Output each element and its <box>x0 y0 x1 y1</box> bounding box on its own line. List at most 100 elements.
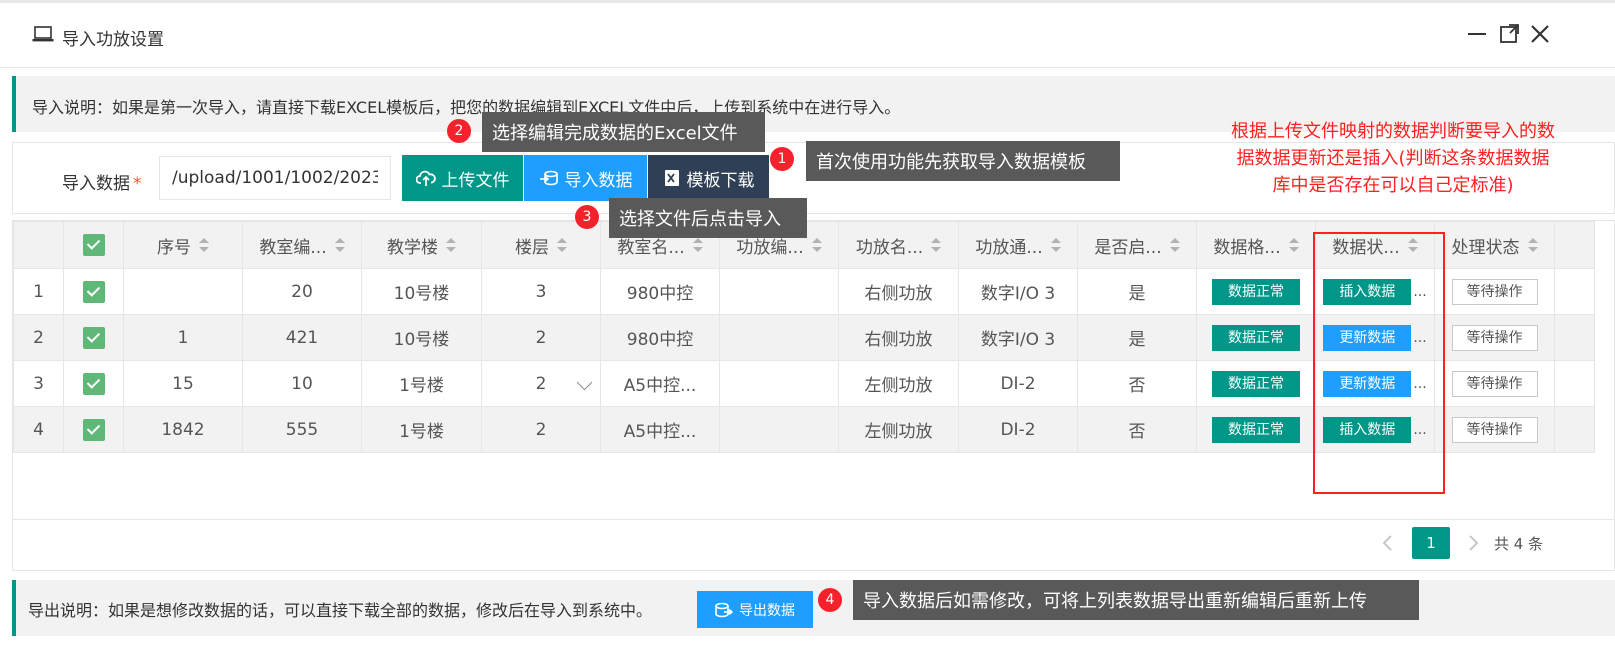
cell-floor: 2 <box>481 406 601 453</box>
import-data-label-text: 导入数据 <box>62 174 130 194</box>
export-notice-text: 导出说明：如果是想修改数据的话，可以直接下载全部的数据，修改后在导入到系统中。 <box>28 601 653 620</box>
status-tag: 插入数据 <box>1323 278 1412 305</box>
header-index <box>13 221 64 269</box>
tooltip-step-3-text: 选择文件后点击导入 <box>619 209 781 230</box>
ellipsis: ... <box>1413 421 1427 438</box>
format-tag: 数据正常 <box>1212 416 1300 443</box>
cell-format: 数据正常 <box>1196 314 1316 361</box>
close-icon[interactable] <box>1527 21 1553 47</box>
sort-icon[interactable] <box>931 238 942 252</box>
sort-icon[interactable] <box>334 238 345 252</box>
upload-file-button[interactable]: 上传文件 <box>402 155 523 201</box>
header-cell[interactable]: 楼层 <box>481 221 601 269</box>
cell-filler <box>1554 360 1595 407</box>
annotation-note: 根据上传文件映射的数据判断要导入的数据数据更新还是插入(判断这条数据数据库中是否… <box>1231 121 1555 196</box>
header-cell[interactable]: 功放通... <box>958 221 1078 269</box>
header-label: 数据格... <box>1213 237 1281 258</box>
select-all-checkbox[interactable] <box>82 234 105 256</box>
cell-format: 数据正常 <box>1196 268 1316 315</box>
sort-icon[interactable] <box>1169 238 1180 252</box>
ellipsis: ... <box>1413 329 1427 346</box>
header-cell[interactable]: 教室编... <box>242 221 362 269</box>
cell-amp-name: 右侧功放 <box>838 268 959 315</box>
export-data-button[interactable]: 导出数据 <box>697 591 813 628</box>
format-tag: 数据正常 <box>1212 324 1300 351</box>
chevron-right-icon[interactable] <box>1466 534 1480 552</box>
step-badge-1: 1 <box>770 147 794 171</box>
tooltip-step-4: 导入数据后如需修改，可将上列表数据导出重新编辑后重新上传 <box>853 580 1419 620</box>
step-badge-3: 3 <box>575 205 599 229</box>
row-checkbox[interactable] <box>82 326 105 349</box>
wait-operation-button[interactable]: 等待操作 <box>1451 278 1538 305</box>
header-cell[interactable]: 是否启... <box>1077 221 1197 269</box>
cell-floor: 2 <box>481 314 601 361</box>
sort-icon[interactable] <box>1527 238 1538 252</box>
sort-icon[interactable] <box>1407 238 1418 252</box>
cell-room-name: A5中控... <box>600 360 720 407</box>
database-import-icon <box>539 170 558 186</box>
row-select[interactable] <box>63 406 124 453</box>
header-label: 处理状态 <box>1451 237 1520 258</box>
pagination-bar <box>12 519 1615 571</box>
chevron-left-icon[interactable] <box>1381 534 1395 552</box>
header-select-all[interactable] <box>63 221 124 269</box>
cell-format: 数据正常 <box>1196 360 1316 407</box>
dialog-title: 导入功放设置 <box>62 30 164 50</box>
wait-operation-button[interactable]: 等待操作 <box>1451 370 1538 397</box>
row-index: 3 <box>13 360 64 407</box>
header-label: 功放名... <box>855 237 924 258</box>
table-row[interactable]: 3 15 10 1号楼 2 A5中控... 左侧功放 DI-2 否 数据正常 更… <box>13 360 1595 407</box>
row-checkbox[interactable] <box>82 418 105 441</box>
tooltip-step-3: 选择文件后点击导入 <box>609 198 807 238</box>
header-cell[interactable]: 数据状... <box>1315 221 1435 269</box>
required-mark: * <box>133 174 142 194</box>
sort-icon[interactable] <box>557 238 567 252</box>
row-checkbox[interactable] <box>82 372 105 395</box>
sort-icon[interactable] <box>692 238 703 252</box>
chevron-down-icon[interactable] <box>576 374 593 391</box>
cell-amp-code <box>719 406 839 453</box>
import-data-label: 导入数据 * <box>62 169 142 194</box>
row-select[interactable] <box>63 268 124 315</box>
sort-icon[interactable] <box>1050 238 1061 252</box>
floor-value: 2 <box>535 373 547 394</box>
page-1-button[interactable]: 1 <box>1412 527 1450 559</box>
cell-seq <box>123 268 243 315</box>
cell-seq: 15 <box>123 360 243 407</box>
cell-channel: 数字I/O 3 <box>958 314 1078 361</box>
table-row[interactable]: 2 1 421 10号楼 2 980中控 右侧功放 数字I/O 3 是 数据正常… <box>13 314 1595 361</box>
header-cell[interactable]: 功放名... <box>838 221 959 269</box>
header-cell[interactable]: 数据格... <box>1196 221 1316 269</box>
import-data-label-btn: 导入数据 <box>564 170 633 191</box>
row-checkbox[interactable] <box>82 280 105 303</box>
cell-room-code: 555 <box>242 406 362 453</box>
sort-icon[interactable] <box>199 238 209 252</box>
sort-icon[interactable] <box>446 238 456 252</box>
row-select[interactable] <box>63 314 124 361</box>
wait-operation-button[interactable]: 等待操作 <box>1451 416 1538 443</box>
header-label: 楼层 <box>515 237 549 258</box>
row-index: 1 <box>13 268 64 315</box>
export-data-label: 导出数据 <box>739 602 795 619</box>
maximize-icon[interactable] <box>1496 21 1522 47</box>
status-tag: 更新数据 <box>1323 370 1412 397</box>
sort-icon[interactable] <box>1288 238 1299 252</box>
cell-amp-code <box>719 360 839 407</box>
file-path-input[interactable] <box>159 156 391 200</box>
template-download-button[interactable]: 模板下载 <box>648 155 769 201</box>
minimize-icon[interactable] <box>1464 21 1490 47</box>
cell-filler <box>1554 406 1595 453</box>
sort-icon[interactable] <box>811 238 822 252</box>
header-cell[interactable]: 序号 <box>123 221 243 269</box>
table-row[interactable]: 1 20 10号楼 3 980中控 右侧功放 数字I/O 3 是 数据正常 插入… <box>13 268 1595 315</box>
row-index: 2 <box>13 314 64 361</box>
header-cell[interactable]: 教学楼 <box>361 221 482 269</box>
cell-floor-select[interactable]: 2 <box>481 360 601 407</box>
header-cell[interactable]: 处理状态 <box>1434 221 1555 269</box>
cell-room-name: 980中控 <box>600 314 720 361</box>
row-select[interactable] <box>63 360 124 407</box>
wait-operation-button[interactable]: 等待操作 <box>1451 324 1538 351</box>
table-row[interactable]: 4 1842 555 1号楼 2 A5中控... 左侧功放 DI-2 否 数据正… <box>13 406 1595 453</box>
dialog-titlebar: 导入功放设置 <box>0 3 1615 68</box>
import-data-button[interactable]: 导入数据 <box>524 155 647 201</box>
